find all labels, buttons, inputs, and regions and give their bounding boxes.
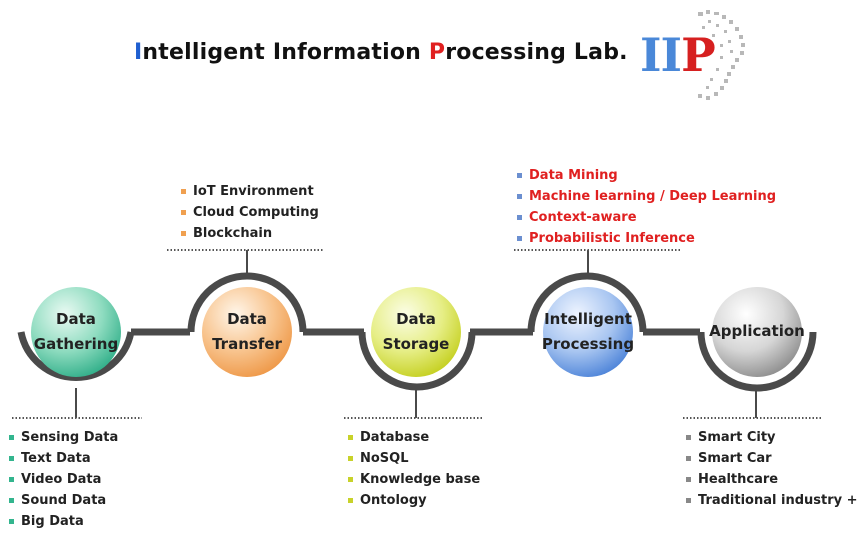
list-item: Blockchain — [181, 223, 319, 244]
logo-letter: I — [640, 28, 662, 82]
storage-list: Database NoSQL Knowledge base Ontology — [348, 427, 480, 511]
list-item: Sound Data — [9, 490, 118, 511]
stage-data-transfer: Data Transfer — [202, 287, 292, 377]
stage-label: Data — [56, 309, 96, 328]
list-item: Traditional industry + AI — [686, 490, 858, 511]
list-item: Database — [348, 427, 480, 448]
stage-label: Processing — [541, 335, 635, 353]
processing-list: Data Mining Machine learning / Deep Lear… — [517, 165, 776, 249]
stage-application: Application — [709, 287, 805, 377]
title-part: P — [428, 40, 446, 65]
list-item: IoT Environment — [181, 181, 319, 202]
stage-label: Data — [396, 309, 436, 328]
stage-data-gathering: Data Gathering — [31, 287, 121, 377]
list-item: Video Data — [9, 469, 118, 490]
title-part: rocessing Lab. — [445, 40, 628, 65]
stage-label: Transfer — [212, 335, 282, 353]
list-item: Smart Car — [686, 448, 858, 469]
list-item: Context-aware — [517, 207, 776, 228]
logo-letter: I — [660, 28, 683, 82]
logo-letter: P — [681, 28, 716, 82]
stage-label: Data — [227, 309, 267, 328]
list-item: Sensing Data — [9, 427, 118, 448]
stage-label: Gathering — [33, 335, 119, 353]
list-item: NoSQL — [348, 448, 480, 469]
stage-label: Intelligent — [544, 309, 632, 328]
list-item: Machine learning / Deep Learning — [517, 186, 776, 207]
list-item: Knowledge base — [348, 469, 480, 490]
list-item: Smart City — [686, 427, 858, 448]
transfer-list: IoT Environment Cloud Computing Blockcha… — [181, 181, 319, 244]
logo-letters: IIP — [640, 28, 716, 82]
stage-data-storage: Data Storage — [371, 287, 461, 377]
list-item: Cloud Computing — [181, 202, 319, 223]
list-item: Big Data — [9, 511, 118, 532]
list-item: Ontology — [348, 490, 480, 511]
title-part: ntelligent Information — [142, 40, 429, 65]
list-item: Healthcare — [686, 469, 858, 490]
stage-label: Storage — [382, 335, 450, 353]
list-item: Probabilistic Inference — [517, 228, 776, 249]
list-item: Data Mining — [517, 165, 776, 186]
lab-logo: IIP — [636, 6, 756, 106]
page-title: Intelligent Information Processing Lab. — [134, 40, 628, 65]
stage-label: Application — [709, 322, 805, 341]
list-item: Text Data — [9, 448, 118, 469]
stage-intelligent-processing: Intelligent Processing — [541, 287, 635, 377]
gathering-list: Sensing Data Text Data Video Data Sound … — [9, 427, 118, 532]
application-list: Smart City Smart Car Healthcare Traditio… — [686, 427, 858, 511]
